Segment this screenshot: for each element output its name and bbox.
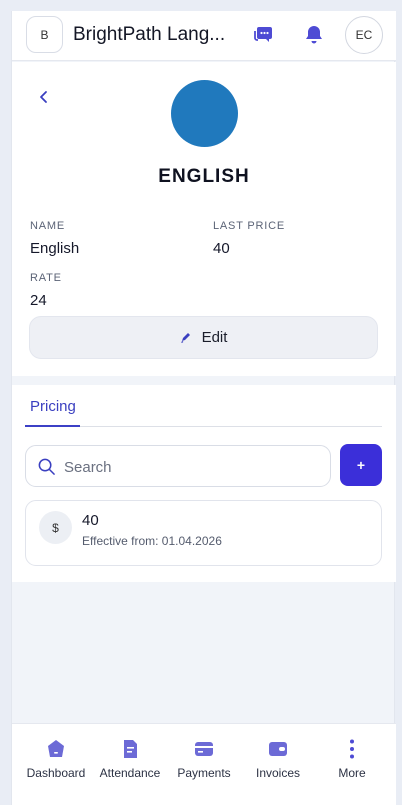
rate-label: RATE (30, 272, 62, 284)
invoices-icon (269, 742, 287, 756)
search-icon (38, 458, 55, 475)
payments-icon (195, 742, 213, 756)
bottom-nav: Dashboard Attendance Payments Invoices M… (12, 723, 396, 805)
price-effective-date: Effective from: 01.04.2026 (82, 534, 222, 548)
app-frame: B BrightPath Lang... EC ENGLISH NAME Eng… (11, 11, 396, 805)
rate-value: 24 (30, 292, 47, 309)
brand-badge[interactable]: B (26, 16, 63, 53)
nav-item-dashboard[interactable]: Dashboard (18, 738, 94, 780)
add-price-button[interactable]: + (340, 444, 382, 486)
dashboard-icon (48, 740, 64, 757)
nav-label-more: More (338, 766, 366, 780)
nav-item-attendance[interactable]: Attendance (92, 738, 168, 780)
edit-button[interactable]: Edit (29, 316, 378, 359)
back-chevron-icon[interactable] (34, 87, 54, 107)
tab-active-indicator (25, 425, 80, 427)
name-label: NAME (30, 220, 65, 232)
last-price-label: LAST PRICE (213, 220, 285, 232)
price-value: 40 (82, 512, 99, 529)
search-box (25, 445, 331, 487)
chat-icon[interactable] (251, 23, 275, 47)
search-input[interactable] (64, 456, 314, 478)
tab-pricing[interactable]: Pricing (30, 398, 76, 415)
nav-label-payments: Payments (177, 766, 231, 780)
subject-profile-card: ENGLISH NAME English LAST PRICE 40 RATE … (12, 62, 396, 376)
more-icon (350, 739, 354, 759)
nav-item-invoices[interactable]: Invoices (240, 738, 316, 780)
app-title: BrightPath Lang... (73, 24, 226, 45)
attendance-icon (124, 740, 137, 758)
nav-label-invoices: Invoices (255, 766, 301, 780)
dollar-icon: $ (39, 511, 72, 544)
top-bar: B BrightPath Lang... EC (12, 11, 396, 61)
user-avatar[interactable]: EC (345, 16, 383, 54)
pricing-section: Pricing + $ 40 Effective from: 01.04.202… (12, 385, 396, 582)
price-list-item[interactable]: $ 40 Effective from: 01.04.2026 (25, 500, 382, 566)
pencil-icon (180, 332, 190, 343)
nav-item-more[interactable]: More (314, 738, 390, 780)
edit-label: Edit (201, 329, 228, 346)
bell-icon[interactable] (302, 23, 326, 47)
subject-avatar (171, 80, 238, 147)
nav-label-dashboard: Dashboard (26, 766, 86, 780)
nav-label-attendance: Attendance (99, 766, 161, 780)
last-price-value: 40 (213, 240, 230, 257)
name-value: English (30, 240, 80, 257)
nav-item-payments[interactable]: Payments (166, 738, 242, 780)
subject-title: ENGLISH (158, 166, 250, 187)
